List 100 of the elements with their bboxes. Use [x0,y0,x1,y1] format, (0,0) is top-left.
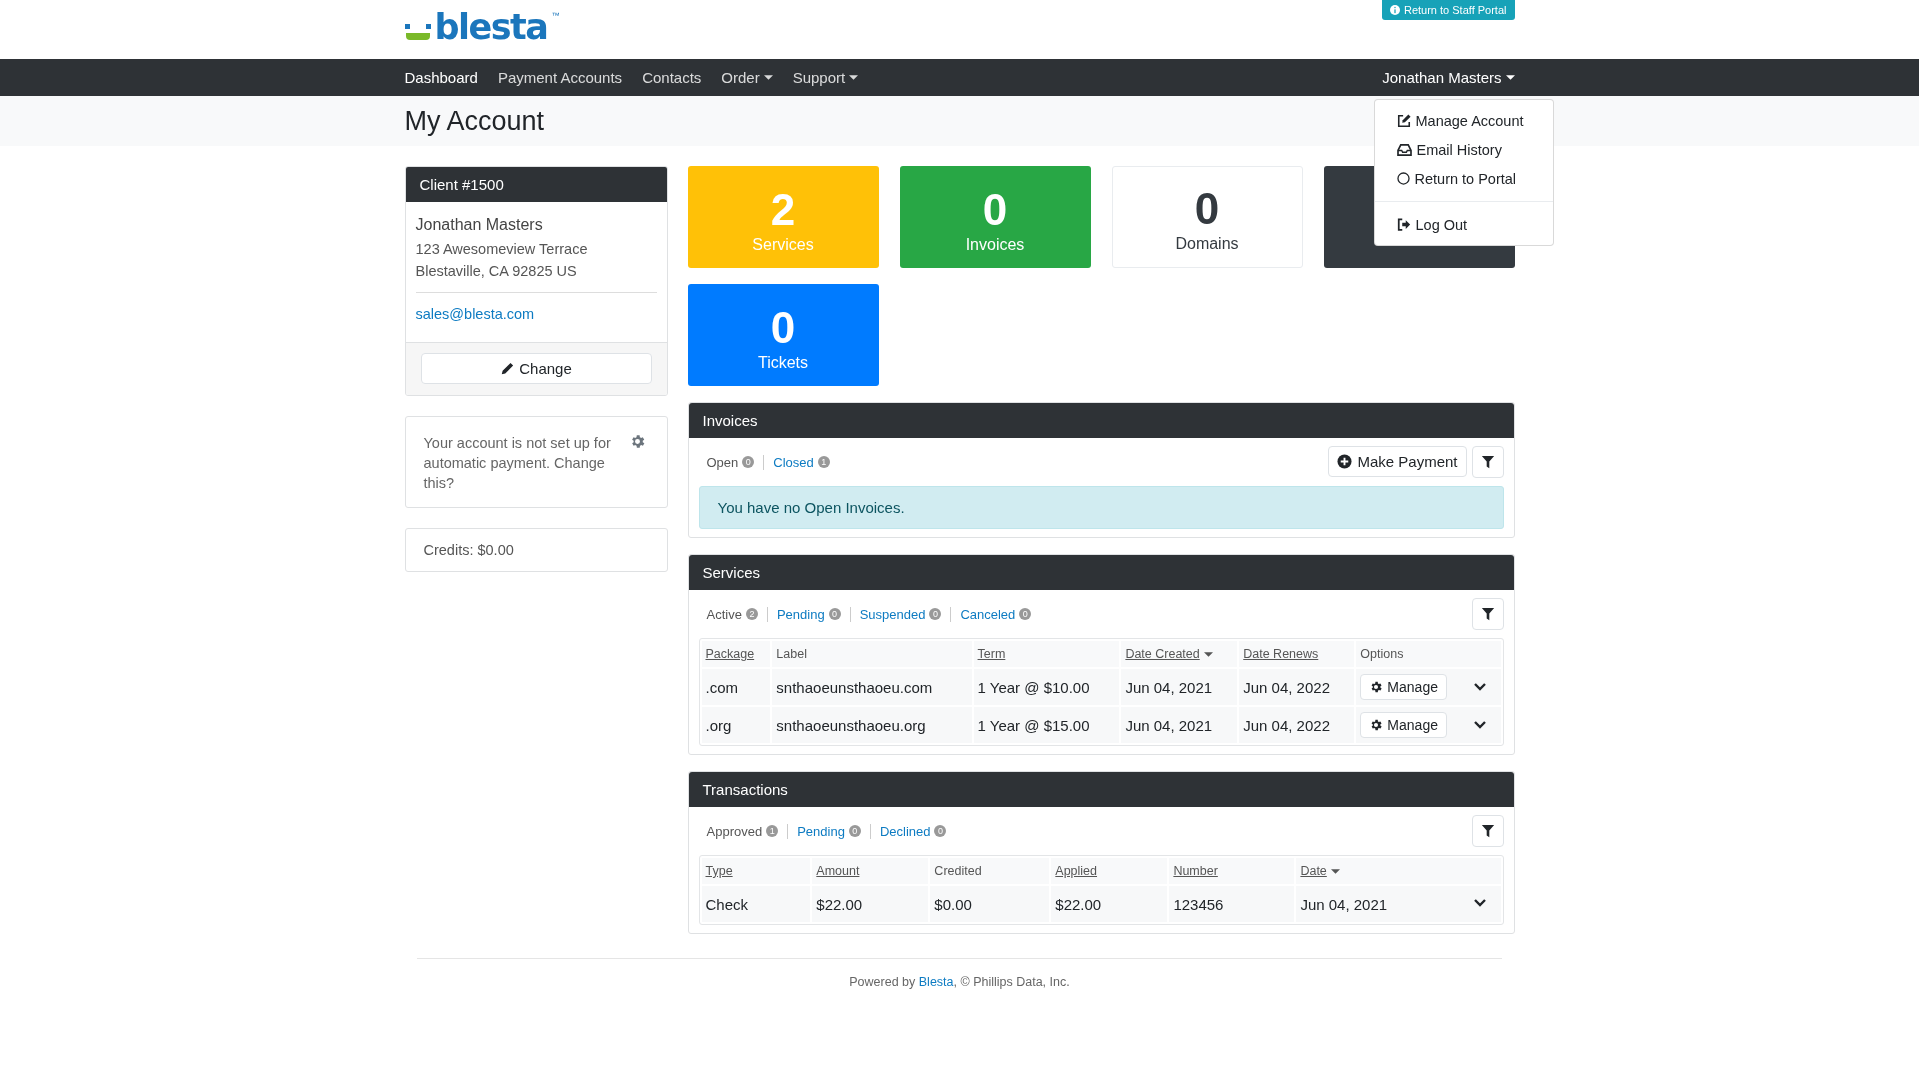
count-badge: 0 [1019,608,1032,620]
table-cell: Jun 04, 2021 [1121,707,1238,743]
gear-icon [1369,680,1384,694]
count-badge: 0 [828,608,841,620]
filter-tab[interactable]: Declined 0 [869,823,956,839]
email-link[interactable]: sales@blesta.com [415,306,535,322]
table-cell: snthaoeunsthaoeu.org [772,707,972,743]
stat-label: Services [752,236,814,254]
stat-card[interactable]: 0 Domains [1111,166,1303,268]
table-cell: Check [701,886,811,922]
stat-card[interactable]: 0 Tickets [687,284,879,386]
column-header[interactable]: Number [1169,858,1295,884]
table-cell: Jun 04, 2022 [1239,707,1355,743]
count-badge: 0 [929,608,942,620]
table-cell: $22.00 [1051,886,1168,922]
footer-text: Powered by Blesta, © Phillips Data, Inc. [848,975,1071,989]
filter-tab[interactable]: Pending 0 [787,823,870,839]
count-badge: 0 [848,825,861,837]
filter-tab[interactable]: Closed 1 [763,454,839,470]
stat-label: Domains [1175,235,1239,253]
nav-link[interactable]: Order [711,59,783,96]
chevron-down-icon[interactable] [1472,682,1487,692]
count-badge: 0 [742,456,755,468]
circle-icon [1396,172,1410,185]
filter-button[interactable] [1471,446,1504,478]
filter-tab[interactable]: Canceled 0 [950,606,1041,622]
nav-link[interactable]: Payment Accounts [487,59,633,96]
blesta-link[interactable]: Blesta [918,975,954,989]
pencil-icon [500,361,515,376]
make-payment-button[interactable]: Make Payment [1328,446,1467,477]
client-number: Client #1500 [419,176,504,193]
stat-label: Tickets [757,354,809,372]
caret-icon [1330,868,1340,874]
table-cell: Jun 04, 2022 [1239,669,1355,705]
filter-tab[interactable]: Open 0 [706,454,764,470]
client-name: Jonathan Masters [415,216,544,234]
column-header[interactable]: Date [1296,858,1501,884]
panel-title: Invoices [702,412,758,429]
menu-item[interactable]: Log Out [1374,210,1553,239]
info-icon [1389,5,1400,15]
table-cell: .org [701,707,771,743]
column-header[interactable]: Applied [1051,858,1168,884]
nav-link[interactable]: Dashboard [404,59,488,96]
autopay-text: Your account is not set up for automatic payment. Change this? [423,434,612,493]
sign-out-icon [1396,218,1411,231]
stat-count: 2 [770,186,796,234]
menu-item[interactable]: Manage Account [1374,106,1553,135]
filter-button[interactable] [1471,815,1504,847]
column-header[interactable]: Term [973,641,1120,667]
filter-tab[interactable]: Active 2 [706,606,767,622]
column-header[interactable]: Type [701,858,811,884]
filter-tab[interactable]: Approved 1 [706,823,788,839]
column-header: Options [1356,641,1501,667]
stat-count: 0 [1194,185,1220,233]
manage-button[interactable]: Manage [1360,712,1447,738]
logo-text: blesta [434,10,548,45]
inbox-icon [1396,143,1412,156]
gear-icon [1369,718,1384,732]
count-badge: 0 [934,825,947,837]
count-badge: 1 [766,825,779,837]
address-line: 123 Awesomeview Terrace [415,240,589,259]
column-header[interactable]: Amount [812,858,929,884]
caret-icon [1203,651,1213,657]
chevron-down-icon[interactable] [1472,720,1487,730]
table-cell: Jun 04, 2021 [1121,669,1238,705]
table-cell: snthaoeunsthaoeu.com [772,669,972,705]
manage-button[interactable]: Manage [1360,674,1447,700]
table-cell: 123456 [1169,886,1295,922]
nav-link[interactable]: Support [782,59,869,96]
panel-title: Transactions [702,781,788,798]
chevron-down-icon[interactable] [1472,898,1487,908]
table-cell: 1 Year @ $10.00 [973,669,1120,705]
caret-icon [1505,75,1515,80]
filter-button[interactable] [1471,598,1504,630]
filter-icon [1480,824,1495,838]
column-header[interactable]: Date Renews [1239,641,1355,667]
count-badge: 2 [745,608,758,620]
user-menu-toggle[interactable]: Jonathan Masters [1382,59,1515,96]
change-button[interactable]: Change [420,353,652,384]
count-badge: 1 [817,456,830,468]
stat-count: 0 [982,186,1008,234]
column-header[interactable]: Package [701,641,771,667]
column-header[interactable]: Date Created [1121,641,1238,667]
credits-text: Credits: $0.00 [423,542,514,558]
table-cell: .com [701,669,771,705]
filter-icon [1480,455,1495,469]
filter-tab[interactable]: Pending 0 [766,606,850,622]
info-alert: You have no Open Invoices. [698,486,1504,529]
menu-item[interactable]: Email History [1374,135,1553,164]
menu-item[interactable]: Return to Portal [1374,164,1553,193]
panel-title: Services [702,564,761,581]
stat-count: 0 [770,304,796,352]
table-cell: $0.00 [930,886,1050,922]
stat-label: Invoices [965,236,1025,254]
column-header: Label [772,641,972,667]
table-cell: Jun 04, 2021 [1300,895,1388,913]
edit-icon [1396,113,1411,128]
nav-link[interactable]: Contacts [632,59,712,96]
filter-tab[interactable]: Suspended 0 [849,606,951,622]
address-line: Blestaville, CA 92825 US [415,262,578,281]
